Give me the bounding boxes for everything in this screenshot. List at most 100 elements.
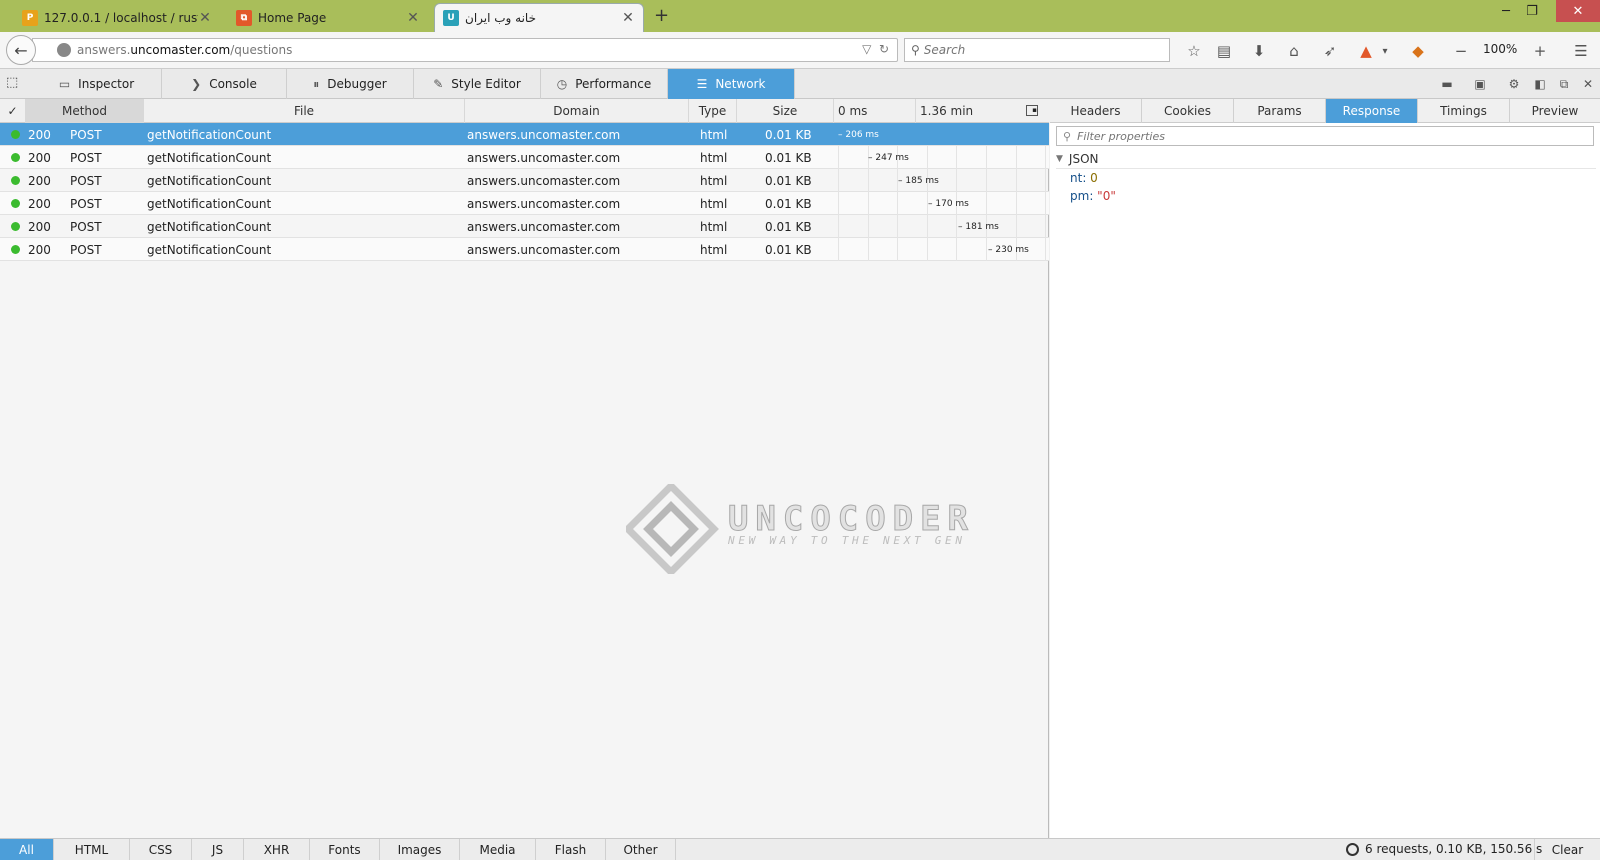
devtools-tab-network[interactable]: ☰ Network [668, 69, 795, 99]
filter-fonts[interactable]: Fonts [310, 839, 380, 860]
filter-properties-box[interactable]: ⚲ [1056, 126, 1594, 146]
tab-label: Performance [575, 77, 652, 91]
devtools-tab-performance[interactable]: ◷ Performance [541, 69, 668, 99]
zoom-in-icon[interactable]: + [1529, 40, 1551, 62]
toggle-sidebar-icon[interactable]: ▪ [1026, 105, 1038, 116]
details-tab-preview[interactable]: Preview [1510, 99, 1600, 123]
request-summary[interactable]: 6 requests, 0.10 KB, 150.56 s [1346, 842, 1542, 856]
waterfall-gridline [1045, 238, 1047, 261]
table-row[interactable]: 200 POST getNotificationCount answers.un… [0, 238, 1049, 261]
filter-media[interactable]: Media [460, 839, 536, 860]
expand-triangle-icon[interactable]: ▼ [1056, 154, 1063, 164]
column-check[interactable]: ✓ [0, 99, 26, 123]
reload-icon[interactable]: ↻ [879, 42, 889, 56]
search-input[interactable] [923, 43, 1154, 57]
download-icon[interactable]: ⬇ [1248, 40, 1270, 62]
column-file[interactable]: File [144, 99, 465, 123]
request-rows: 200 POST getNotificationCount answers.un… [0, 123, 1049, 261]
browser-tab-home-page[interactable]: ⧉ Home Page ✕ [228, 3, 428, 32]
responsive-mode-icon[interactable]: ▣ [1470, 75, 1490, 93]
filter-other[interactable]: Other [606, 839, 676, 860]
bookmark-star-icon[interactable]: ☆ [1183, 40, 1205, 62]
tab-title: Home Page [258, 10, 327, 25]
zoom-level[interactable]: 100% [1483, 42, 1517, 56]
tab-title: خانه وب ایران [465, 11, 537, 25]
hamburger-menu-icon[interactable]: ☰ [1570, 40, 1592, 62]
devtools-tab-debugger[interactable]: ⏸ Debugger [287, 69, 414, 99]
close-devtools-icon[interactable]: ✕ [1578, 75, 1598, 93]
clear-button[interactable]: Clear [1534, 839, 1600, 860]
close-tab-icon[interactable]: ✕ [621, 10, 635, 26]
table-row[interactable]: 200 POST getNotificationCount answers.un… [0, 169, 1049, 192]
request-size: 0.01 KB [765, 127, 812, 142]
filter-flash[interactable]: Flash [536, 839, 606, 860]
column-size[interactable]: Size [737, 99, 834, 123]
waterfall-gridline [986, 169, 987, 192]
column-domain[interactable]: Domain [465, 99, 689, 123]
details-tab-params[interactable]: Params [1234, 99, 1326, 123]
url-prefix: answers. [77, 43, 131, 57]
home-icon[interactable]: ⌂ [1283, 40, 1305, 62]
url-bar[interactable]: answers. uncomaster.com/questions ▽ ↻ [32, 38, 898, 62]
filter-css[interactable]: CSS [130, 839, 192, 860]
tab-label: Console [209, 77, 257, 91]
waterfall-gridline [926, 215, 928, 238]
filter-properties-input[interactable] [1077, 129, 1578, 143]
filter-html[interactable]: HTML [54, 839, 130, 860]
devtools-tab-style-editor[interactable]: ✎ Style Editor [414, 69, 541, 99]
element-picker-icon[interactable]: ⬚ [6, 75, 24, 93]
globe-icon [57, 43, 71, 57]
details-tab-headers[interactable]: Headers [1050, 99, 1142, 123]
table-row[interactable]: 200 POST getNotificationCount answers.un… [0, 146, 1049, 169]
extension-icon[interactable]: ◆ [1407, 40, 1429, 62]
devtools-tab-console[interactable]: ❯ Console [162, 69, 287, 99]
devtools-tab-inspector[interactable]: ▭ Inspector [32, 69, 162, 99]
status-code: 200 [28, 196, 51, 211]
filter-js[interactable]: JS [192, 839, 244, 860]
dock-side-icon[interactable]: ◧ [1530, 75, 1550, 93]
details-tab-cookies[interactable]: Cookies [1142, 99, 1234, 123]
status-code: 200 [28, 173, 51, 188]
send-icon[interactable]: ➶ [1319, 40, 1341, 62]
addon-dropdown-icon[interactable]: ▾ [1374, 40, 1396, 62]
waterfall-gridline [1045, 215, 1047, 238]
search-box[interactable]: ⚲ [904, 38, 1170, 62]
column-method[interactable]: Method [26, 99, 144, 123]
dropdown-arrow-icon[interactable]: ▽ [862, 42, 871, 56]
logo-tagline: NEW WAY TO THE NEXT GEN [727, 534, 962, 547]
waterfall-gridline [1015, 146, 1017, 169]
reading-list-icon[interactable]: ▤ [1213, 40, 1235, 62]
json-section-header[interactable]: ▼ JSON [1056, 149, 1596, 169]
waterfall-gridline [1045, 192, 1047, 215]
browser-tab-phpmyadmin[interactable]: P 127.0.0.1 / localhost / rusta... ✕ [14, 3, 220, 32]
back-button[interactable]: ← [6, 35, 36, 65]
window-close-icon[interactable]: ✕ [1556, 0, 1600, 22]
close-tab-icon[interactable]: ✕ [198, 10, 212, 26]
filter-images[interactable]: Images [380, 839, 460, 860]
browser-tab-active[interactable]: U خانه وب ایران ✕ [434, 3, 644, 32]
close-tab-icon[interactable]: ✕ [406, 10, 420, 26]
request-method: POST [70, 242, 102, 257]
settings-gear-icon[interactable]: ⚙ [1504, 75, 1524, 93]
tab-title: 127.0.0.1 / localhost / rusta... [44, 10, 198, 25]
separate-window-icon[interactable]: ⧉ [1554, 75, 1574, 93]
uncocoder-watermark-logo: UNCOCODER NEW WAY TO THE NEXT GEN [626, 484, 969, 574]
inspector-icon: ▭ [58, 77, 71, 91]
details-tab-timings[interactable]: Timings [1418, 99, 1510, 123]
request-file: getNotificationCount [147, 173, 272, 188]
new-tab-icon[interactable]: + [654, 5, 669, 26]
table-row[interactable]: 200 POST getNotificationCount answers.un… [0, 192, 1049, 215]
column-timeline-start: 0 ms [834, 99, 916, 123]
restore-icon[interactable]: ❐ [1516, 0, 1548, 22]
filter-all[interactable]: All [0, 839, 54, 860]
json-property-pm: pm: "0" [1070, 189, 1116, 203]
split-console-icon[interactable]: ▬ [1437, 75, 1457, 93]
request-duration: 230 ms [995, 244, 1029, 255]
zoom-out-icon[interactable]: − [1450, 40, 1472, 62]
request-size: 0.01 KB [765, 242, 812, 257]
filter-xhr[interactable]: XHR [244, 839, 310, 860]
table-row[interactable]: 200 POST getNotificationCount answers.un… [0, 123, 1049, 146]
table-row[interactable]: 200 POST getNotificationCount answers.un… [0, 215, 1049, 238]
column-type[interactable]: Type [689, 99, 737, 123]
details-tab-response[interactable]: Response [1326, 99, 1418, 123]
